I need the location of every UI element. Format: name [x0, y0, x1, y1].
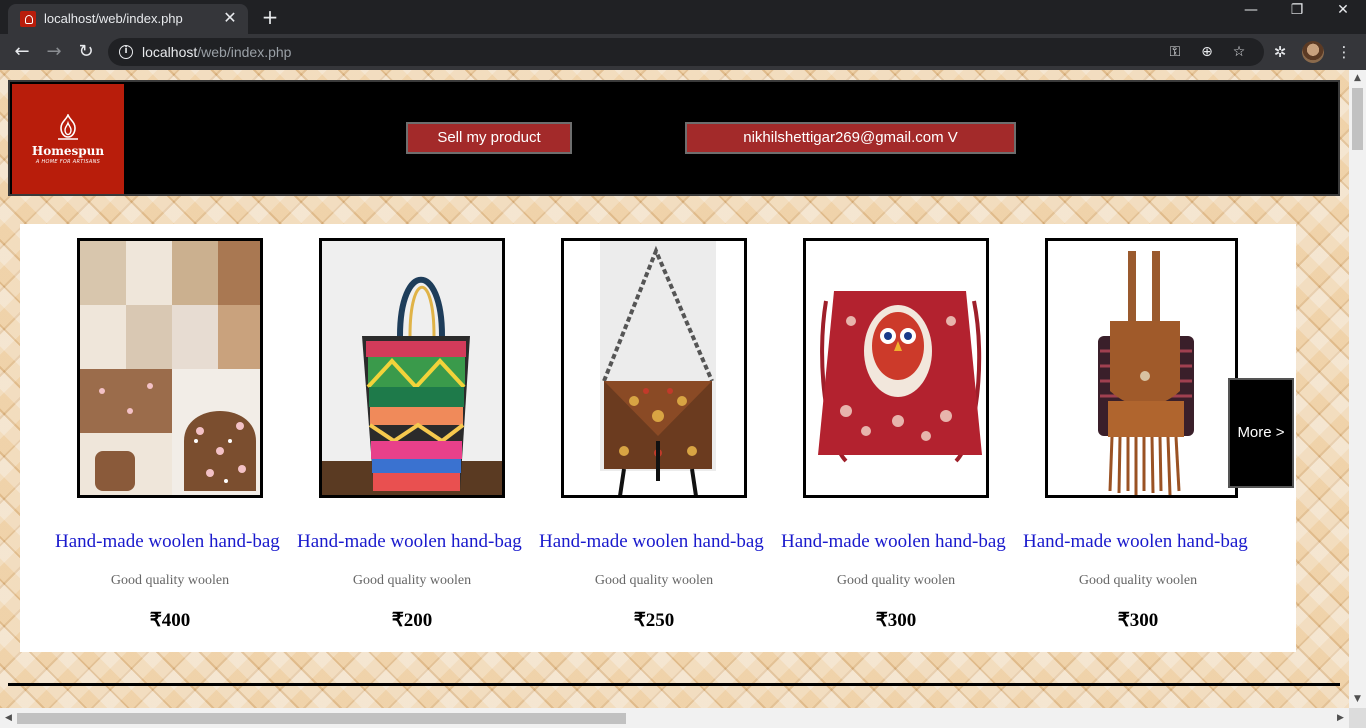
scroll-right-icon[interactable]: ▶: [1332, 710, 1349, 727]
product-description: Good quality woolen: [836, 573, 956, 588]
sell-my-product-button[interactable]: Sell my product: [406, 122, 572, 154]
more-products-button[interactable]: More >: [1228, 378, 1294, 488]
url-host: localhost: [142, 44, 198, 60]
minimize-icon[interactable]: —: [1228, 2, 1274, 30]
product-price: ₹200: [391, 610, 433, 631]
scroll-down-icon[interactable]: ▼: [1349, 691, 1366, 708]
logo-tagline: A HOME FOR ARTISANS: [35, 159, 101, 165]
craft-steps-photo: [80, 241, 260, 495]
product-title-link[interactable]: Hand-made woolen hand-bag: [1023, 531, 1253, 553]
url-text: localhost/web/index.php: [142, 44, 291, 60]
scroll-left-icon[interactable]: ◀: [0, 710, 17, 727]
scrollbar-corner: [1349, 708, 1366, 728]
account-menu-button[interactable]: nikhilshettigar269@gmail.com V: [685, 122, 1016, 154]
flame-logo-icon: [58, 114, 78, 140]
product-price: ₹250: [633, 610, 675, 631]
reload-icon[interactable]: ↻: [74, 40, 98, 64]
extensions-puzzle-icon[interactable]: ✲: [1270, 42, 1290, 62]
embroidered-sling-bag-photo: [564, 241, 744, 495]
bookmark-star-icon[interactable]: ☆: [1230, 43, 1248, 61]
scroll-up-icon[interactable]: ▲: [1349, 70, 1366, 87]
site-info-icon[interactable]: i: [119, 45, 133, 59]
product-price: ₹300: [1117, 610, 1159, 631]
product-title-link[interactable]: Hand-made woolen hand-bag: [539, 531, 769, 553]
product-image[interactable]: [1045, 238, 1238, 498]
profile-avatar[interactable]: [1302, 41, 1324, 63]
product-title-link[interactable]: Hand-made woolen hand-bag: [297, 531, 527, 553]
owl-print-red-bag-photo: [806, 241, 986, 495]
forward-arrow-icon[interactable]: →: [42, 40, 66, 64]
fringe-backpack-photo: [1048, 241, 1235, 495]
product-description: Good quality woolen: [1078, 573, 1198, 588]
browser-tab[interactable]: localhost/web/index.php ✕: [8, 4, 248, 34]
vertical-scrollbar[interactable]: ▲ ▼: [1349, 70, 1366, 708]
address-bar[interactable]: i localhost/web/index.php ⚿ ⊕ ☆: [108, 38, 1264, 66]
zoom-icon[interactable]: ⊕: [1198, 43, 1216, 61]
horizontal-scrollbar[interactable]: ◀ ▶: [0, 708, 1349, 728]
product-image[interactable]: [319, 238, 505, 498]
product-list: Hand-made woolen hand-bag Good quality w…: [20, 224, 1296, 652]
product-description: Good quality woolen: [594, 573, 714, 588]
product-description: Good quality woolen: [110, 573, 230, 588]
section-divider: [8, 683, 1340, 686]
page-viewport: Homespun A HOME FOR ARTISANS Sell my pro…: [0, 70, 1366, 728]
product-title-link[interactable]: Hand-made woolen hand-bag: [781, 531, 1011, 553]
vertical-scroll-thumb[interactable]: [1352, 88, 1363, 150]
url-path: /web/index.php: [197, 44, 292, 60]
site-header: Homespun A HOME FOR ARTISANS Sell my pro…: [8, 80, 1340, 196]
product-title-link[interactable]: Hand-made woolen hand-bag: [55, 531, 285, 553]
product-image[interactable]: [803, 238, 989, 498]
browser-toolbar: ← → ↻ i localhost/web/index.php ⚿ ⊕ ☆ ✲ …: [0, 34, 1366, 70]
product-image[interactable]: [77, 238, 263, 498]
product-description: Good quality woolen: [352, 573, 472, 588]
menu-kebab-icon[interactable]: ⋮: [1334, 42, 1354, 62]
key-icon[interactable]: ⚿: [1166, 43, 1184, 61]
product-price: ₹300: [875, 610, 917, 631]
back-arrow-icon[interactable]: ←: [10, 40, 34, 64]
tab-close-icon[interactable]: ✕: [220, 8, 240, 28]
browser-tab-strip: localhost/web/index.php ✕ + — ❐ ✕: [0, 0, 1366, 34]
product-image[interactable]: [561, 238, 747, 498]
restore-icon[interactable]: ❐: [1274, 2, 1320, 30]
striped-tote-bag-photo: [322, 241, 502, 495]
window-close-icon[interactable]: ✕: [1320, 2, 1366, 30]
horizontal-scroll-thumb[interactable]: [17, 713, 626, 724]
site-favicon-icon: [20, 11, 36, 27]
logo-name: Homespun: [31, 144, 105, 158]
tab-title: localhost/web/index.php: [44, 11, 183, 26]
product-price: ₹400: [149, 610, 191, 631]
new-tab-icon[interactable]: +: [259, 6, 281, 28]
homespun-logo[interactable]: Homespun A HOME FOR ARTISANS: [12, 84, 124, 194]
